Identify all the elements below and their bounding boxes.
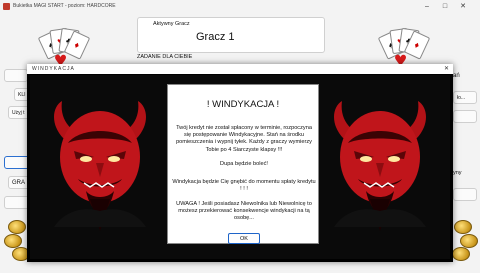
right-button-1[interactable]: ło... [453,91,477,104]
message-paragraph-2: Windykacja będzie Cię gnębić do momentu … [172,179,316,193]
active-player-name: Gracz 1 [196,31,235,43]
app-title: Bukietka MAGI START - poziom: HARDCORE [13,3,116,9]
coin-icon [452,247,470,261]
right-label-1: ań [453,73,460,79]
active-player-label: Aktywny Gracz [153,21,190,27]
task-label: ZADANIE DLA CIEBIE [137,54,193,60]
coin-icon [4,234,22,248]
right-button-3[interactable] [453,188,477,201]
right-button-2[interactable] [453,110,477,123]
ok-button[interactable]: OK [228,233,260,244]
card-fan-right-icon: ♠ ♥ ♣ ♦ ♥ [377,27,431,71]
dialog-title: WINDYKACJA [32,66,75,72]
dialog-body: ! WINDYKACJA ! Twój kredyt nie został sp… [30,75,450,259]
app-titlebar: Bukietka MAGI START - poziom: HARDCORE –… [0,0,480,13]
maximize-icon[interactable]: □ [438,0,452,13]
message-paragraph-1-end: Dupa będzie boleć! [220,161,268,167]
app-icon [3,3,10,10]
close-icon[interactable]: ✕ [444,64,449,74]
active-player-group: Aktywny Gracz Gracz 1 [137,17,325,53]
devil-face-left-icon [54,101,146,231]
coin-icon [8,220,26,234]
message-panel: ! WINDYKACJA ! Twój kredyt nie został sp… [167,84,319,244]
dialog-titlebar: WINDYKACJA ✕ [27,64,453,74]
left-button-top[interactable] [4,69,28,82]
windykacja-dialog: WINDYKACJA ✕ ! WINDYKACJA ! Twój kredyt … [27,64,453,262]
devil-face-right-icon [334,101,426,231]
right-label-3: yny [453,170,462,176]
close-icon[interactable]: ✕ [456,0,470,13]
message-heading: ! WINDYKACJA ! [206,99,280,110]
coin-icon [454,220,472,234]
message-paragraph-3: UWAGA ! Jeśli posiadasz Niewolnika lub N… [176,201,312,222]
message-paragraph-1: Twój kredyt nie został spłacony w termin… [176,125,312,153]
card-fan-left-icon: ♠ ♥ ♣ ♦ ♥ [37,27,91,71]
minimize-icon[interactable]: – [420,0,434,13]
coin-icon [460,234,478,248]
